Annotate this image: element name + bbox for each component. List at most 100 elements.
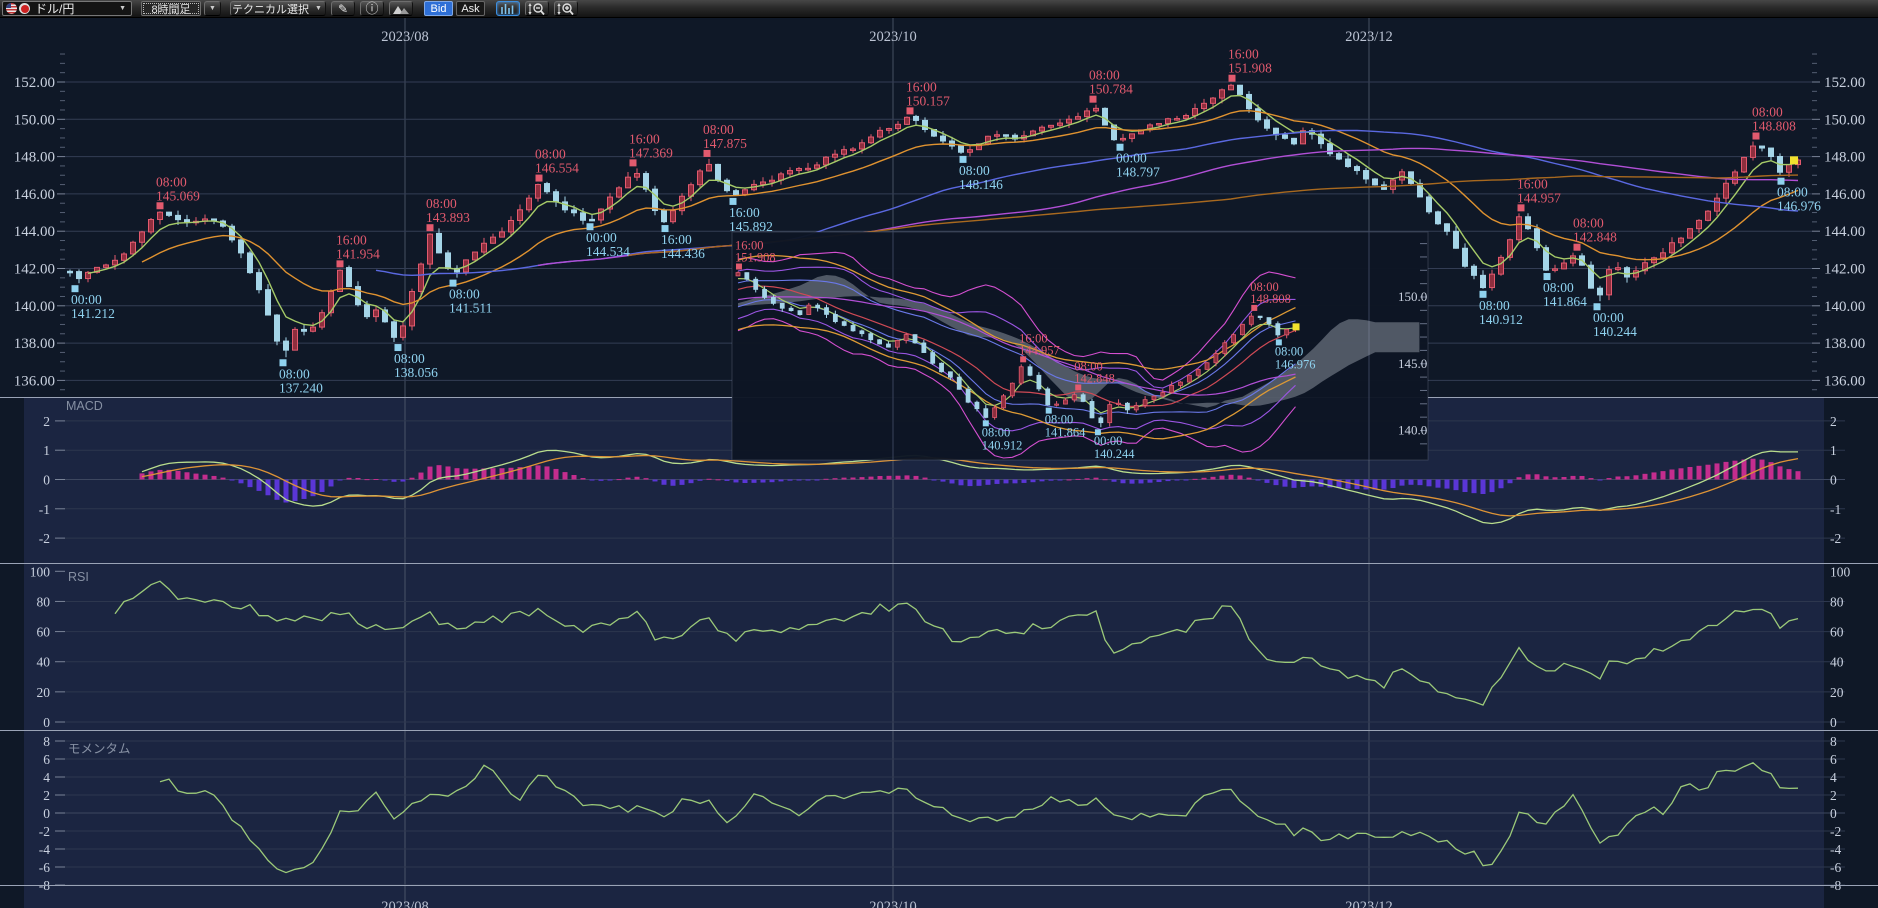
currency-pair-dropdown[interactable]: ドル/円 ▼: [2, 1, 132, 16]
momentum-axis-label: 4: [43, 770, 50, 785]
info-button[interactable]: ⓘ: [360, 1, 384, 16]
inset-annotation-low: 140.912: [982, 438, 1023, 452]
price-axis-label: 148.00: [1824, 150, 1865, 166]
rsi-axis-label: 80: [37, 594, 51, 609]
price-annotation-high: 16:00: [906, 79, 937, 94]
fx-chart-app: ドル/円 ▼ 8時間足 ▼ テクニカル選択 ▼ ✎ ⓘ Bid Ask: [0, 0, 1878, 908]
info-icon: ⓘ: [365, 2, 378, 15]
price-annotation-low: 138.056: [394, 365, 438, 380]
momentum-axis-label: 8: [43, 734, 50, 749]
inset-mini-chart[interactable]: 16:00151.90816:00144.95708:00142.84808:0…: [732, 232, 1428, 461]
jp-flag-icon: [19, 3, 30, 14]
annotation-marker-low: [1480, 291, 1487, 298]
annotation-marker-high: [427, 224, 434, 231]
bar-chart-icon: [499, 3, 517, 15]
zoom-in-icon: [556, 2, 576, 16]
macd-axis-label: 0: [1830, 473, 1837, 488]
rsi-axis-label: 20: [1830, 685, 1844, 700]
technical-select-button[interactable]: テクニカル選択 ▼: [230, 1, 326, 16]
price-annotation-low: 137.240: [279, 380, 323, 395]
momentum-axis-label: -4: [1830, 842, 1841, 857]
chevron-down-icon: ▼: [117, 5, 128, 12]
price-annotation-low: 08:00: [1479, 298, 1510, 313]
inset-annotation-low: 146.976: [1275, 357, 1316, 371]
inset-annotation-low: 140.244: [1094, 447, 1135, 461]
price-annotation-low: 08:00: [959, 163, 990, 178]
momentum-axis-label: -2: [39, 824, 50, 839]
price-axis-label: 140.00: [14, 299, 55, 315]
momentum-axis-label: 6: [43, 752, 50, 767]
rsi-axis-label: 0: [43, 715, 50, 730]
price-annotation-low: 141.511: [449, 301, 492, 316]
macd-axis-label: 1: [1830, 443, 1837, 458]
price-annotation-high: 145.069: [156, 188, 200, 203]
ask-button[interactable]: Ask: [456, 1, 485, 16]
bid-button[interactable]: Bid: [424, 1, 453, 16]
inset-annotation-low: 08:00: [1275, 344, 1303, 358]
price-annotation-low: 16:00: [661, 232, 692, 247]
annotation-marker-low: [662, 225, 669, 232]
price-annotation-low: 148.146: [959, 177, 1003, 192]
price-annotation-low: 08:00: [1777, 185, 1808, 200]
rsi-axis-label: 20: [37, 685, 51, 700]
price-annotation-low: 140.244: [1593, 324, 1637, 339]
timeframe-dropdown-arrow[interactable]: ▼: [204, 1, 221, 16]
price-annotation-low: 00:00: [71, 292, 102, 307]
macd-axis-label: 2: [43, 414, 50, 429]
price-annotation-high: 08:00: [703, 122, 734, 137]
momentum-axis-label: 0: [43, 806, 50, 821]
momentum-axis-label: 4: [1830, 770, 1837, 785]
chart-style-button[interactable]: [389, 1, 413, 16]
chart-canvas[interactable]: 152.00152.00150.00150.00148.00148.00146.…: [0, 0, 1878, 908]
momentum-axis-label: 6: [1830, 752, 1837, 767]
draw-tool-button[interactable]: ✎: [331, 1, 355, 16]
price-annotation-low: 08:00: [394, 351, 425, 366]
price-annotation-low: 00:00: [1116, 151, 1147, 166]
timeframe-button[interactable]: 8時間足: [141, 1, 201, 16]
annotation-marker-low: [395, 344, 402, 351]
price-annotation-high: 16:00: [336, 232, 367, 247]
price-annotation-high: 08:00: [156, 174, 187, 189]
inset-annotation-high: 144.957: [1019, 343, 1060, 357]
rsi-axis-label: 100: [1830, 564, 1851, 579]
zoom-out-button[interactable]: [525, 1, 549, 16]
price-annotation-high: 142.848: [1573, 230, 1617, 245]
price-axis-label: 138.00: [14, 336, 55, 352]
price-annotation-high: 148.808: [1752, 119, 1796, 134]
mountain-icon: [392, 3, 410, 15]
price-annotation-high: 141.954: [336, 246, 380, 261]
inset-annotation-low: 00:00: [1094, 434, 1122, 448]
price-annotation-high: 16:00: [1228, 47, 1259, 62]
pane-bg: [24, 886, 1824, 908]
rsi-axis-label: 60: [37, 625, 51, 640]
zoom-in-button[interactable]: [554, 1, 578, 16]
toolbar: ドル/円 ▼ 8時間足 ▼ テクニカル選択 ▼ ✎ ⓘ Bid Ask: [0, 0, 1878, 18]
rsi-pane-title: RSI: [68, 570, 89, 584]
rsi-axis-label: 0: [1830, 715, 1837, 730]
inset-annotation-low: 141.864: [1045, 426, 1086, 440]
price-axis-label: 152.00: [14, 75, 55, 91]
bar-chart-button[interactable]: [496, 1, 520, 16]
price-axis-label: 146.00: [14, 187, 55, 203]
annotation-marker-high: [630, 159, 637, 166]
momentum-axis-label: -6: [39, 860, 50, 875]
price-annotation-low: 08:00: [1543, 280, 1574, 295]
technical-select-label: テクニカル選択: [232, 1, 309, 17]
price-annotation-high: 151.908: [1228, 61, 1272, 76]
price-annotation-high: 150.784: [1089, 82, 1133, 97]
annotation-marker-low: [72, 285, 79, 292]
annotation-marker-high: [1090, 96, 1097, 103]
price-annotation-high: 143.893: [426, 210, 470, 225]
macd-pane-title: MACD: [66, 399, 103, 413]
momentum-axis-label: -4: [39, 842, 50, 857]
pane-bg: [24, 564, 1824, 730]
price-axis-label: 136.00: [14, 373, 55, 389]
price-annotation-high: 08:00: [535, 147, 566, 162]
pencil-icon: ✎: [338, 3, 348, 15]
inset-annotation-low: 08:00: [1045, 413, 1073, 427]
price-annotation-high: 147.875: [703, 136, 747, 151]
inset-current-price-marker: [1293, 323, 1300, 330]
price-annotation-high: 08:00: [1573, 216, 1604, 231]
price-axis-label: 146.00: [1824, 187, 1865, 203]
price-axis-label: 152.00: [1824, 75, 1865, 91]
